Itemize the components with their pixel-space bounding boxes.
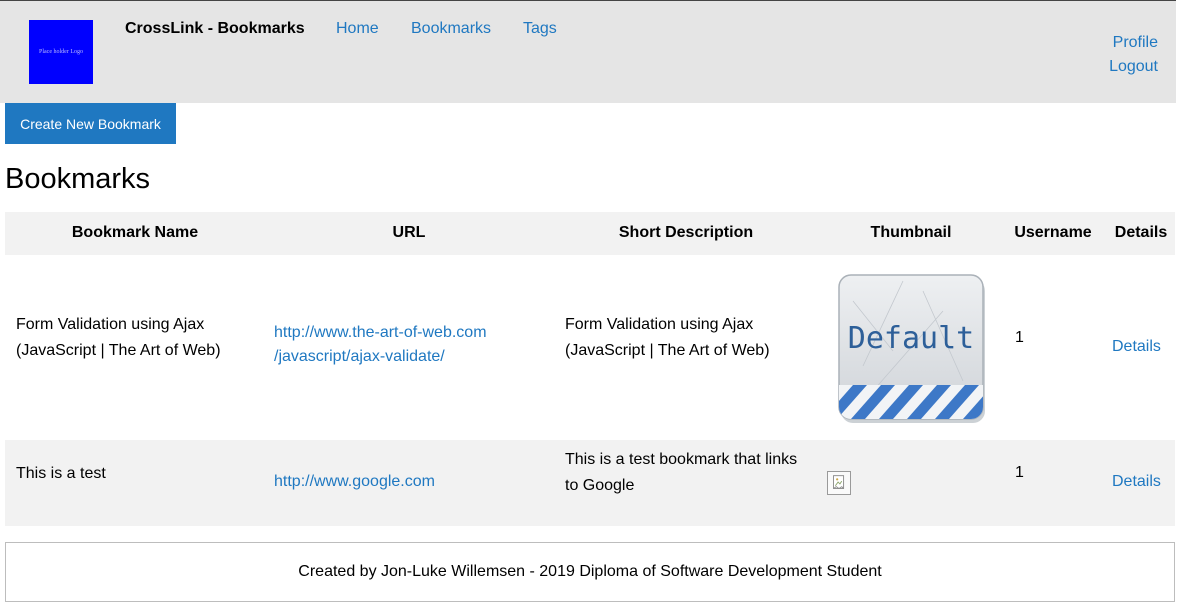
header-url: URL: [392, 224, 426, 241]
details-link[interactable]: Details: [1112, 469, 1161, 495]
page-title: Bookmarks: [5, 163, 151, 195]
site-footer: Created by Jon-Luke Willemsen - 2019 Dip…: [5, 542, 1175, 602]
table-row: Form Validation using Ajax (JavaScript |…: [5, 255, 1175, 440]
description-line: to Google: [565, 477, 635, 494]
bookmark-url-link[interactable]: http://www.the-art-of-web.com /javascrip…: [274, 321, 487, 369]
user-menu: Profile Logout: [1109, 31, 1158, 79]
table-header: Bookmark Name URL Short Description Thum…: [5, 212, 1175, 255]
site-logo[interactable]: Place holder Logo: [29, 20, 93, 84]
table-row: This is a test http://www.google.com Thi…: [5, 440, 1175, 526]
description-line: (JavaScript | The Art of Web): [565, 342, 770, 359]
nav-tags[interactable]: Tags: [523, 20, 557, 38]
bookmark-name-line: Form Validation using Ajax: [16, 316, 205, 333]
short-description-cell: This is a test bookmark that links to Go…: [565, 447, 797, 499]
create-bookmark-button[interactable]: Create New Bookmark: [5, 103, 176, 144]
username-cell: 1: [1015, 464, 1024, 481]
header-thumbnail: Thumbnail: [870, 224, 952, 241]
bookmark-url-link[interactable]: http://www.google.com: [274, 469, 435, 495]
username-cell: 1: [1015, 329, 1024, 346]
header-details: Details: [1114, 224, 1168, 241]
bookmark-name-cell: Form Validation using Ajax (JavaScript |…: [16, 312, 221, 364]
default-thumbnail-image: Default: [838, 274, 985, 423]
header-short-description: Short Description: [618, 224, 754, 241]
header-bookmark-name: Bookmark Name: [71, 224, 199, 241]
bookmarks-table: Bookmark Name URL Short Description Thum…: [5, 212, 1175, 526]
nav-home[interactable]: Home: [336, 20, 379, 38]
short-description-cell: Form Validation using Ajax (JavaScript |…: [565, 312, 770, 364]
bookmark-name-line: (JavaScript | The Art of Web): [16, 342, 221, 359]
bookmark-name-cell: This is a test: [16, 465, 106, 482]
site-header: Place holder Logo CrossLink - Bookmarks …: [0, 0, 1176, 103]
thumbnail-label: Default: [848, 321, 974, 356]
details-link[interactable]: Details: [1112, 334, 1161, 360]
logo-text: Place holder Logo: [39, 49, 83, 55]
description-line: Form Validation using Ajax: [565, 316, 754, 333]
url-line: /javascript/ajax-validate/: [274, 348, 445, 365]
url-line: http://www.the-art-of-web.com: [274, 324, 487, 341]
logout-link[interactable]: Logout: [1109, 55, 1158, 79]
nav-bookmarks[interactable]: Bookmarks: [411, 20, 491, 38]
header-username: Username: [1014, 224, 1092, 241]
site-title: CrossLink - Bookmarks: [125, 20, 305, 37]
profile-link[interactable]: Profile: [1109, 31, 1158, 55]
footer-text: Created by Jon-Luke Willemsen - 2019 Dip…: [298, 563, 882, 580]
broken-image-icon: [827, 471, 851, 495]
description-line: This is a test bookmark that links: [565, 451, 798, 468]
